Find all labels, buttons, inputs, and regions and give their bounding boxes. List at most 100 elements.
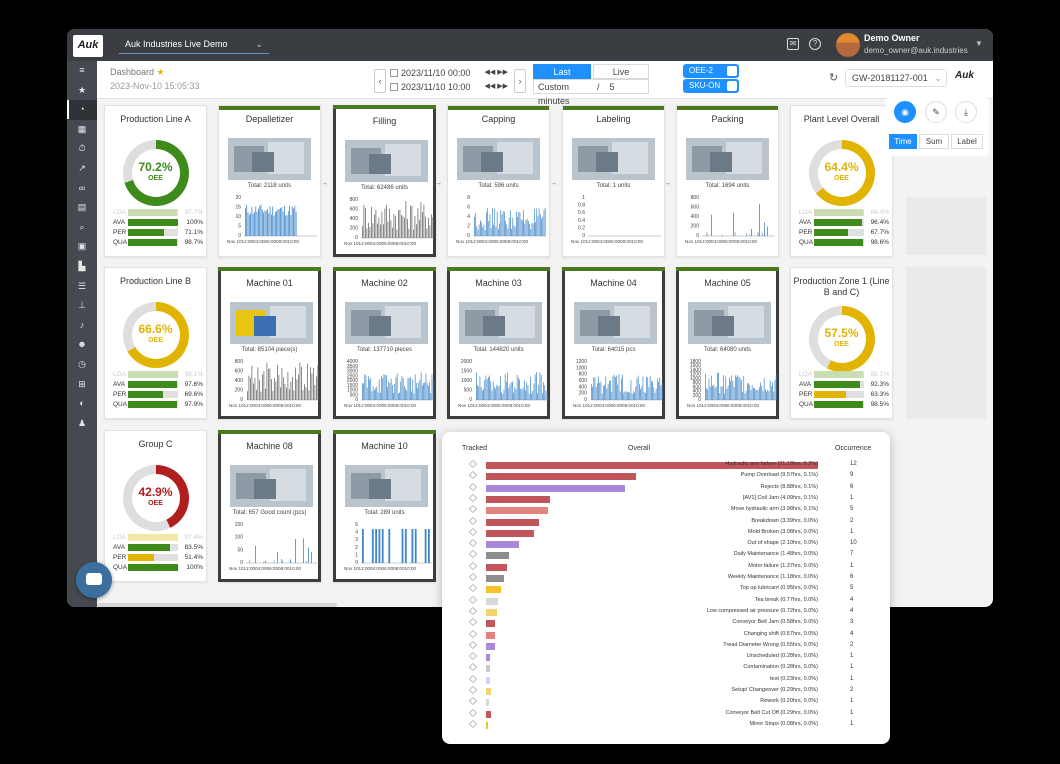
pareto-row[interactable]: Unscheduled (0.28hrs, 0.0%) 1 xyxy=(442,651,890,663)
machine-card[interactable]: Machine 08 Total: 657 Good count (pcs) 150… xyxy=(218,430,321,582)
track-toggle-icon[interactable] xyxy=(468,516,478,525)
pareto-row[interactable]: Out of shape (2.10hrs, 0.0%) 10 xyxy=(442,538,890,550)
track-toggle-icon[interactable] xyxy=(468,584,478,593)
track-toggle-icon[interactable] xyxy=(468,697,478,706)
pareto-row[interactable]: Conveyor Belt Jam (0.58hrs, 0.0%) 3 xyxy=(442,617,890,629)
star-icon[interactable]: ★ xyxy=(67,81,97,101)
sum-mode-button[interactable]: Sum xyxy=(919,134,949,149)
machine-card[interactable]: Depalletizer Total: 2118 units 20 15 10 5 0 Nov… xyxy=(218,105,321,257)
oee-card[interactable]: Group C 42.9% OEE LOA 97.4% AVA 83.5% PER 51.4% Q… xyxy=(104,430,207,582)
track-toggle-icon[interactable] xyxy=(468,527,478,537)
track-toggle-icon[interactable] xyxy=(468,719,478,729)
timer-icon[interactable]: ⏱ xyxy=(67,139,97,159)
pareto-row[interactable]: Move hydraulic arm (3.98hrs, 0.1%) 5 xyxy=(442,504,890,516)
oee-card[interactable]: Plant Level Overall 64.4% OEE LOA 98.4% AVA 96… xyxy=(790,105,893,257)
pareto-row[interactable]: Hydraulic arm failure (21.18hrs, 0.2%) 12 xyxy=(442,459,890,471)
dashboard-icon[interactable]: ◔ xyxy=(67,100,97,120)
machine-card[interactable]: Labeling Total: 1 units 1 0.8 0.6 0.4 0.2 0 Nov … xyxy=(562,105,665,257)
list-icon[interactable]: ☰ xyxy=(67,277,97,297)
pareto-row[interactable]: Breakdown (3.39hrs, 0.0%) 2 xyxy=(442,516,890,528)
machine-card[interactable]: Machine 02 Total: 137710 pieces 4000 3500 30… xyxy=(333,267,436,419)
track-toggle-icon[interactable] xyxy=(468,606,478,616)
track-toggle-icon[interactable] xyxy=(468,572,478,582)
track-toggle-icon[interactable] xyxy=(468,550,478,559)
menu-icon[interactable]: ≡ xyxy=(67,61,97,81)
pareto-row[interactable]: Conveyor Belt Cut Off (0.29hrs, 0.0%) 1 xyxy=(442,708,890,720)
pareto-row[interactable]: Motor failure (1.37hrs, 0.0%) 1 xyxy=(442,561,890,573)
bell-icon[interactable]: ♪ xyxy=(67,316,97,336)
chip-icon[interactable]: ▣ xyxy=(67,237,97,257)
auk-logo[interactable]: Auk xyxy=(73,35,103,57)
link-icon[interactable]: ∞ xyxy=(67,179,97,199)
pareto-row[interactable]: Weekly Maintenance (1.18hrs, 0.0%) 6 xyxy=(442,572,890,584)
machine-card[interactable]: Filling Total: 62486 units 800 600 400 200 0 No… xyxy=(333,105,436,257)
next-range-button[interactable]: › xyxy=(514,69,526,93)
track-toggle-icon[interactable] xyxy=(468,674,478,683)
start-datetime-field[interactable]: 2023/11/10 00:00 ◀◀ ▶▶ xyxy=(390,68,508,82)
oee-toggle[interactable]: OEE-2 xyxy=(683,64,739,78)
track-toggle-icon[interactable] xyxy=(468,640,478,650)
track-toggle-icon[interactable] xyxy=(468,471,478,480)
chat-bubble-icon[interactable] xyxy=(76,562,112,598)
track-toggle-icon[interactable] xyxy=(468,663,478,672)
pareto-row[interactable]: Pump Overload (9.57hrs, 0.1%) 9 xyxy=(442,471,890,482)
hierarchy-icon[interactable]: ⊥ xyxy=(67,296,97,316)
pareto-row[interactable]: Mold Broken (3.08hrs, 0.0%) 1 xyxy=(442,527,890,539)
download-icon[interactable]: ⤓ xyxy=(955,101,977,123)
end-datetime-field[interactable]: 2023/11/10 10:00 ◀◀ ▶▶ xyxy=(390,82,508,96)
oee-card[interactable]: Production Zone 1 (Line B and C) 57.5% OEE… xyxy=(790,267,893,419)
pareto-row[interactable]: Top up lubricant (0.95hrs, 0.0%) 5 xyxy=(442,584,890,595)
oee-card[interactable]: Production Line B 66.6% OEE LOA 99.1% AVA 97.6… xyxy=(104,267,207,419)
last-button[interactable]: Last xyxy=(533,64,591,79)
machine-card[interactable]: Packing Total: 1694 units 800 600 400 200 0 Nov… xyxy=(676,105,779,257)
avatar[interactable] xyxy=(836,33,860,57)
interval-select[interactable]: Custom/5 minutes xyxy=(533,79,649,106)
track-toggle-icon[interactable] xyxy=(468,459,478,469)
palette-icon[interactable]: ◐ xyxy=(67,394,97,414)
oee-card[interactable]: Production Line A 70.2% OEE LOA 97.7% AVA 100%… xyxy=(104,105,207,257)
pareto-row[interactable]: Contamination (0.28hrs, 0.0%) 1 xyxy=(442,663,890,674)
help-icon[interactable]: ? xyxy=(809,38,821,50)
pareto-row[interactable]: Rejects (8.88hrs, 0.1%) 6 xyxy=(442,482,890,494)
gateway-select[interactable]: GW-20181127-001 ⌄ xyxy=(845,69,947,87)
machine-card[interactable]: Machine 01 Total: 85104 piece(s) 800 600 400… xyxy=(218,267,321,419)
pareto-row[interactable]: Changing shift (0.57hrs, 0.0%) 4 xyxy=(442,629,890,641)
machine-card[interactable]: Capping Total: 596 units 8 6 4 2 0 Nov 1012:000… xyxy=(447,105,550,257)
track-toggle-icon[interactable] xyxy=(468,561,478,570)
document-icon[interactable]: ▤ xyxy=(67,198,97,218)
track-toggle-icon[interactable] xyxy=(468,651,478,661)
track-toggle-icon[interactable] xyxy=(468,493,478,503)
machine-card[interactable]: Machine 04 Total: 64015 pcs 1200 1000 800 600… xyxy=(562,267,665,419)
pareto-row[interactable]: Rework (0.20hrs, 0.0%) 1 xyxy=(442,697,890,708)
users-icon[interactable]: ☻ xyxy=(67,335,97,355)
pareto-row[interactable]: [AV1] Coil Jam (4.09hrs, 0.1%) 1 xyxy=(442,493,890,505)
machine-card[interactable]: Machine 05 Total: 64080 units 1800 1600 1400… xyxy=(676,267,779,419)
prev-range-button[interactable]: ‹ xyxy=(374,69,386,93)
search-icon[interactable]: ⌕ xyxy=(67,218,97,238)
pareto-row[interactable]: Setup/ Changeover (0.29hrs, 0.0%) 2 xyxy=(442,685,890,697)
pareto-row[interactable]: Tread Diameter Wrong (0.55hrs, 0.0%) 2 xyxy=(442,640,890,652)
horizontal-scrollbar[interactable] xyxy=(97,603,337,607)
eye-icon[interactable]: ◉ xyxy=(894,101,916,123)
pareto-row[interactable]: Tea break (0.77hrs, 0.0%) 4 xyxy=(442,595,890,607)
time-mode-button[interactable]: Time xyxy=(889,134,917,149)
pareto-row[interactable]: Minor Stops (0.08hrs, 0.0%) 1 xyxy=(442,719,890,731)
machine-card[interactable]: Machine 03 Total: 144820 units 2000 1500 100… xyxy=(447,267,550,419)
mail-icon[interactable]: ✉ xyxy=(787,38,799,50)
machine-card[interactable]: Machine 10 Total: 289 units 5 4 3 2 1 0 Nov 1012… xyxy=(333,430,436,582)
start-nav-icon[interactable]: ◀◀ ▶▶ xyxy=(485,68,508,76)
track-toggle-icon[interactable] xyxy=(468,617,478,627)
pareto-row[interactable]: Low compressed air pressure (0.72hrs, 0.… xyxy=(442,606,890,618)
pareto-row[interactable]: Daily Maintenance (1.48hrs, 0.0%) 7 xyxy=(442,550,890,561)
track-toggle-icon[interactable] xyxy=(468,629,478,638)
label-mode-button[interactable]: Label xyxy=(951,134,983,149)
chart-icon[interactable]: ↗ xyxy=(67,159,97,179)
track-toggle-icon[interactable] xyxy=(468,504,478,514)
edit-pencil-icon[interactable]: ✎ xyxy=(925,101,947,123)
refresh-icon[interactable]: ↻ xyxy=(829,71,838,84)
factory-icon[interactable]: ▙ xyxy=(67,257,97,277)
workspace-select[interactable]: Auk Industries Live Demo ⌄ xyxy=(119,36,269,54)
track-toggle-icon[interactable] xyxy=(468,685,478,695)
track-toggle-icon[interactable] xyxy=(468,482,478,491)
track-toggle-icon[interactable] xyxy=(468,708,478,717)
